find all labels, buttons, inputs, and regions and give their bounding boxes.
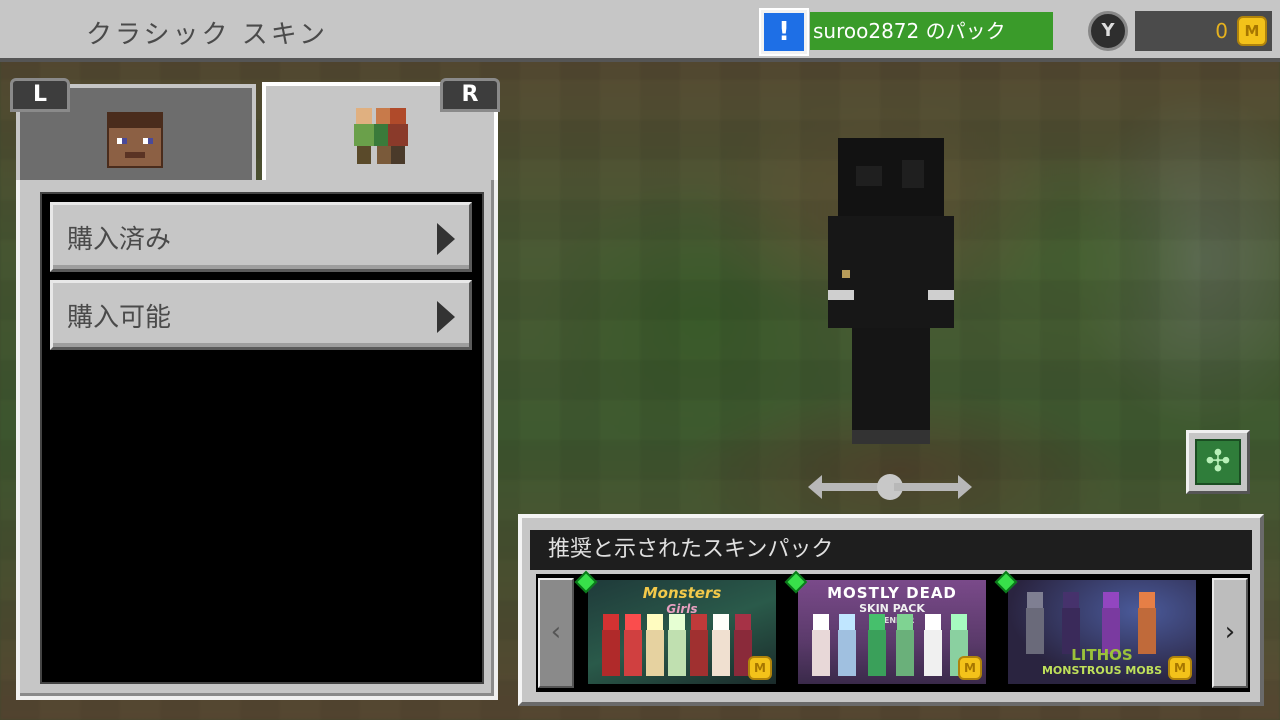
recommended-packs-panel: 推奨と示されたスキンパック ‹ Monsters Girls M MOSTLY …: [518, 514, 1264, 706]
fullscreen-button[interactable]: ✣: [1186, 430, 1250, 494]
skin-pack-figures-icon: [350, 106, 410, 166]
minecoin-icon: M: [958, 656, 982, 680]
right-shoulder-button[interactable]: R: [440, 78, 500, 112]
expand-icon: ✣: [1195, 439, 1241, 485]
steve-face-icon: [107, 112, 163, 168]
exclamation-icon: !: [764, 13, 804, 51]
scroll-right-button[interactable]: ›: [1212, 578, 1248, 688]
menu-item-purchased[interactable]: 購入済み: [50, 202, 472, 272]
top-bar: クラシック スキン ! suroo2872 のパック Y 0 M: [0, 0, 1280, 62]
pack-card-monsters[interactable]: Monsters Girls M: [574, 570, 776, 684]
menu-item-label: 購入済み: [67, 225, 172, 255]
chevron-right-icon: [437, 223, 455, 255]
pack-card-lithos[interactable]: LITHOS MONSTROUS MOBS M: [994, 570, 1196, 684]
scroll-left-button[interactable]: ‹: [538, 578, 574, 688]
coin-balance[interactable]: 0 M: [1135, 11, 1272, 51]
recommended-packs-carousel: ‹ Monsters Girls M MOSTLY DEAD SKIN PACK…: [536, 570, 1250, 692]
notification-button[interactable]: !: [759, 8, 809, 56]
chevron-right-icon: [437, 301, 455, 333]
recommended-packs-title: 推奨と示されたスキンパック: [530, 530, 1252, 570]
pack-title: Monsters: [642, 584, 722, 602]
character-preview[interactable]: [828, 138, 954, 444]
pack-category-list: 購入済み 購入可能: [40, 192, 484, 684]
minecoin-icon: M: [748, 656, 772, 680]
pack-title: LITHOS: [1071, 646, 1133, 664]
my-packs-label[interactable]: suroo2872 のパック: [810, 12, 1053, 50]
minecoin-icon: M: [1168, 656, 1192, 680]
pack-subtitle: MONSTROUS MOBS: [1041, 664, 1163, 677]
coin-count: 0: [1215, 19, 1228, 43]
menu-item-label: 購入可能: [67, 303, 172, 333]
left-shoulder-button[interactable]: L: [10, 78, 70, 112]
minecoin-icon: M: [1237, 16, 1267, 46]
skin-pack-panel: 購入済み 購入可能: [16, 180, 498, 700]
rotate-arrows-icon[interactable]: [808, 474, 972, 500]
y-button-icon[interactable]: Y: [1088, 11, 1128, 51]
pack-title: MOSTLY DEAD: [827, 584, 957, 602]
pack-card-mostly-dead[interactable]: MOSTLY DEAD SKIN PACK BY ENDER M: [784, 570, 986, 684]
menu-item-available[interactable]: 購入可能: [50, 280, 472, 350]
page-title: クラシック スキン: [86, 20, 328, 50]
